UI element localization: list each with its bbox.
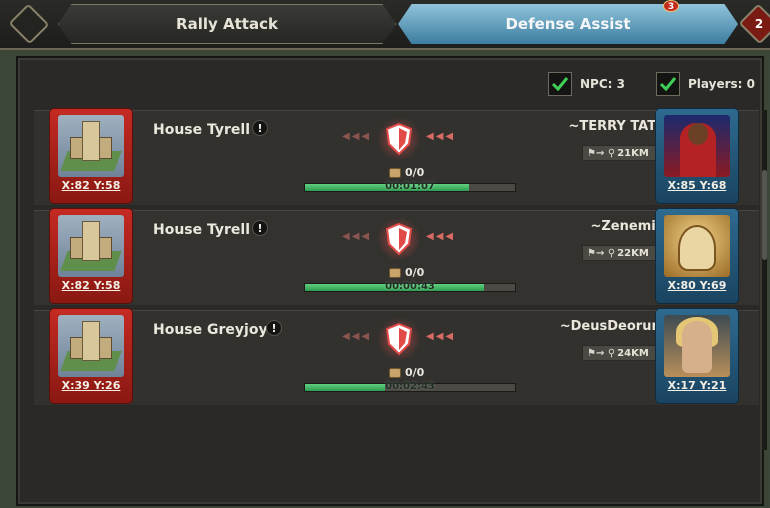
- march-timer: 00:02:43: [385, 381, 435, 392]
- outgoing-arrows-icon: ◀◀◀: [426, 331, 456, 342]
- shield-icon: [377, 317, 421, 361]
- troop-count: 0/0: [389, 266, 424, 279]
- distance-badge: ⚑→ ⚲ 24KM: [582, 345, 664, 361]
- incoming-arrows-icon: ◀◀◀: [342, 331, 372, 342]
- players-filter-label: Players: 0: [688, 77, 755, 91]
- defense-row[interactable]: X:39 Y:26 House Greyjoy ! ◀◀◀ ◀◀◀ 0/0 00…: [34, 309, 759, 405]
- defense-row[interactable]: X:82 Y:58 House Tyrell ! ◀◀◀ ◀◀◀ 0/0 00:…: [34, 109, 759, 205]
- players-filter[interactable]: Players: 0: [656, 72, 755, 96]
- defense-list-panel: NPC: 3 Players: 0 X:82 Y:58 House Tyrell…: [16, 56, 767, 506]
- distance-value: 21KM: [617, 147, 649, 159]
- home-castle-card[interactable]: X:82 Y:58: [50, 209, 132, 303]
- check-icon: [551, 77, 569, 92]
- player-name[interactable]: ~DeusDeorum: [465, 319, 665, 334]
- home-coords-link[interactable]: X:39 Y:26: [50, 379, 132, 392]
- player-card[interactable]: X:85 Y:68: [656, 109, 738, 203]
- player-card[interactable]: X:17 Y:21: [656, 309, 738, 403]
- player-name[interactable]: ~TERRY TATE: [465, 119, 665, 134]
- player-avatar: [664, 215, 730, 277]
- home-coords-link[interactable]: X:82 Y:58: [50, 279, 132, 292]
- info-icon[interactable]: !: [266, 320, 282, 336]
- box-icon: [389, 167, 401, 178]
- castle-thumbnail: [58, 215, 124, 277]
- outgoing-arrows-icon: ◀◀◀: [426, 131, 456, 142]
- flag-icon: ⚑→ ⚲: [587, 347, 616, 359]
- castle-thumbnail: [58, 315, 124, 377]
- shield-icon: [377, 217, 421, 261]
- flag-icon: ⚑→ ⚲: [587, 147, 616, 159]
- tab-rally-attack[interactable]: Rally Attack: [58, 4, 396, 44]
- flag-icon: ⚑→ ⚲: [587, 247, 616, 259]
- info-icon[interactable]: !: [252, 220, 268, 236]
- distance-value: 22KM: [617, 247, 649, 259]
- outgoing-arrows-icon: ◀◀◀: [426, 231, 456, 242]
- npc-filter-label: NPC: 3: [580, 77, 625, 91]
- corner-badge-label: 2: [754, 17, 764, 31]
- troop-count-value: 0/0: [405, 266, 425, 279]
- troop-count-value: 0/0: [405, 366, 425, 379]
- players-checkbox[interactable]: [656, 72, 680, 96]
- distance-badge: ⚑→ ⚲ 21KM: [582, 145, 664, 161]
- shield-icon: [377, 117, 421, 161]
- player-name[interactable]: ~Zenemig: [465, 219, 665, 234]
- home-castle-card[interactable]: X:39 Y:26: [50, 309, 132, 403]
- house-name: House Greyjoy: [153, 322, 268, 338]
- tab-defense-assist[interactable]: Defense Assist: [398, 4, 738, 44]
- player-card[interactable]: X:80 Y:69: [656, 209, 738, 303]
- incoming-arrows-icon: ◀◀◀: [342, 131, 372, 142]
- npc-filter[interactable]: NPC: 3: [548, 72, 625, 96]
- house-name: House Tyrell: [153, 122, 251, 138]
- tab-rally-attack-label: Rally Attack: [176, 15, 278, 33]
- march-timer: 00:01:07: [385, 181, 435, 192]
- house-name: House Tyrell: [153, 222, 251, 238]
- npc-checkbox[interactable]: [548, 72, 572, 96]
- incoming-arrows-icon: ◀◀◀: [342, 231, 372, 242]
- distance-value: 24KM: [617, 347, 649, 359]
- filter-bar: NPC: 3 Players: 0: [18, 58, 766, 108]
- march-timer: 00:00:43: [385, 281, 435, 292]
- home-coords-link[interactable]: X:82 Y:58: [50, 179, 132, 192]
- castle-thumbnail: [58, 115, 124, 177]
- player-coords-link[interactable]: X:85 Y:68: [656, 179, 738, 192]
- troop-count: 0/0: [389, 166, 424, 179]
- tab-defense-assist-label: Defense Assist: [505, 15, 631, 33]
- defense-count-badge: 3: [663, 0, 679, 12]
- distance-badge: ⚑→ ⚲ 22KM: [582, 245, 664, 261]
- player-coords-link[interactable]: X:80 Y:69: [656, 279, 738, 292]
- check-icon: [659, 77, 677, 92]
- close-button[interactable]: 2: [738, 3, 770, 45]
- scrollbar-thumb[interactable]: [762, 170, 767, 260]
- home-castle-card[interactable]: X:82 Y:58: [50, 109, 132, 203]
- defense-row[interactable]: X:82 Y:58 House Tyrell ! ◀◀◀ ◀◀◀ 0/0 00:…: [34, 209, 759, 305]
- back-ornament[interactable]: [8, 3, 50, 45]
- box-icon: [389, 367, 401, 378]
- player-avatar: [664, 315, 730, 377]
- box-icon: [389, 267, 401, 278]
- top-bar: Rally Attack Defense Assist 3 2: [0, 0, 770, 50]
- info-icon[interactable]: !: [252, 120, 268, 136]
- troop-count: 0/0: [389, 366, 424, 379]
- list-scrollbar[interactable]: [762, 110, 767, 450]
- player-coords-link[interactable]: X:17 Y:21: [656, 379, 738, 392]
- player-avatar: [664, 115, 730, 177]
- troop-count-value: 0/0: [405, 166, 425, 179]
